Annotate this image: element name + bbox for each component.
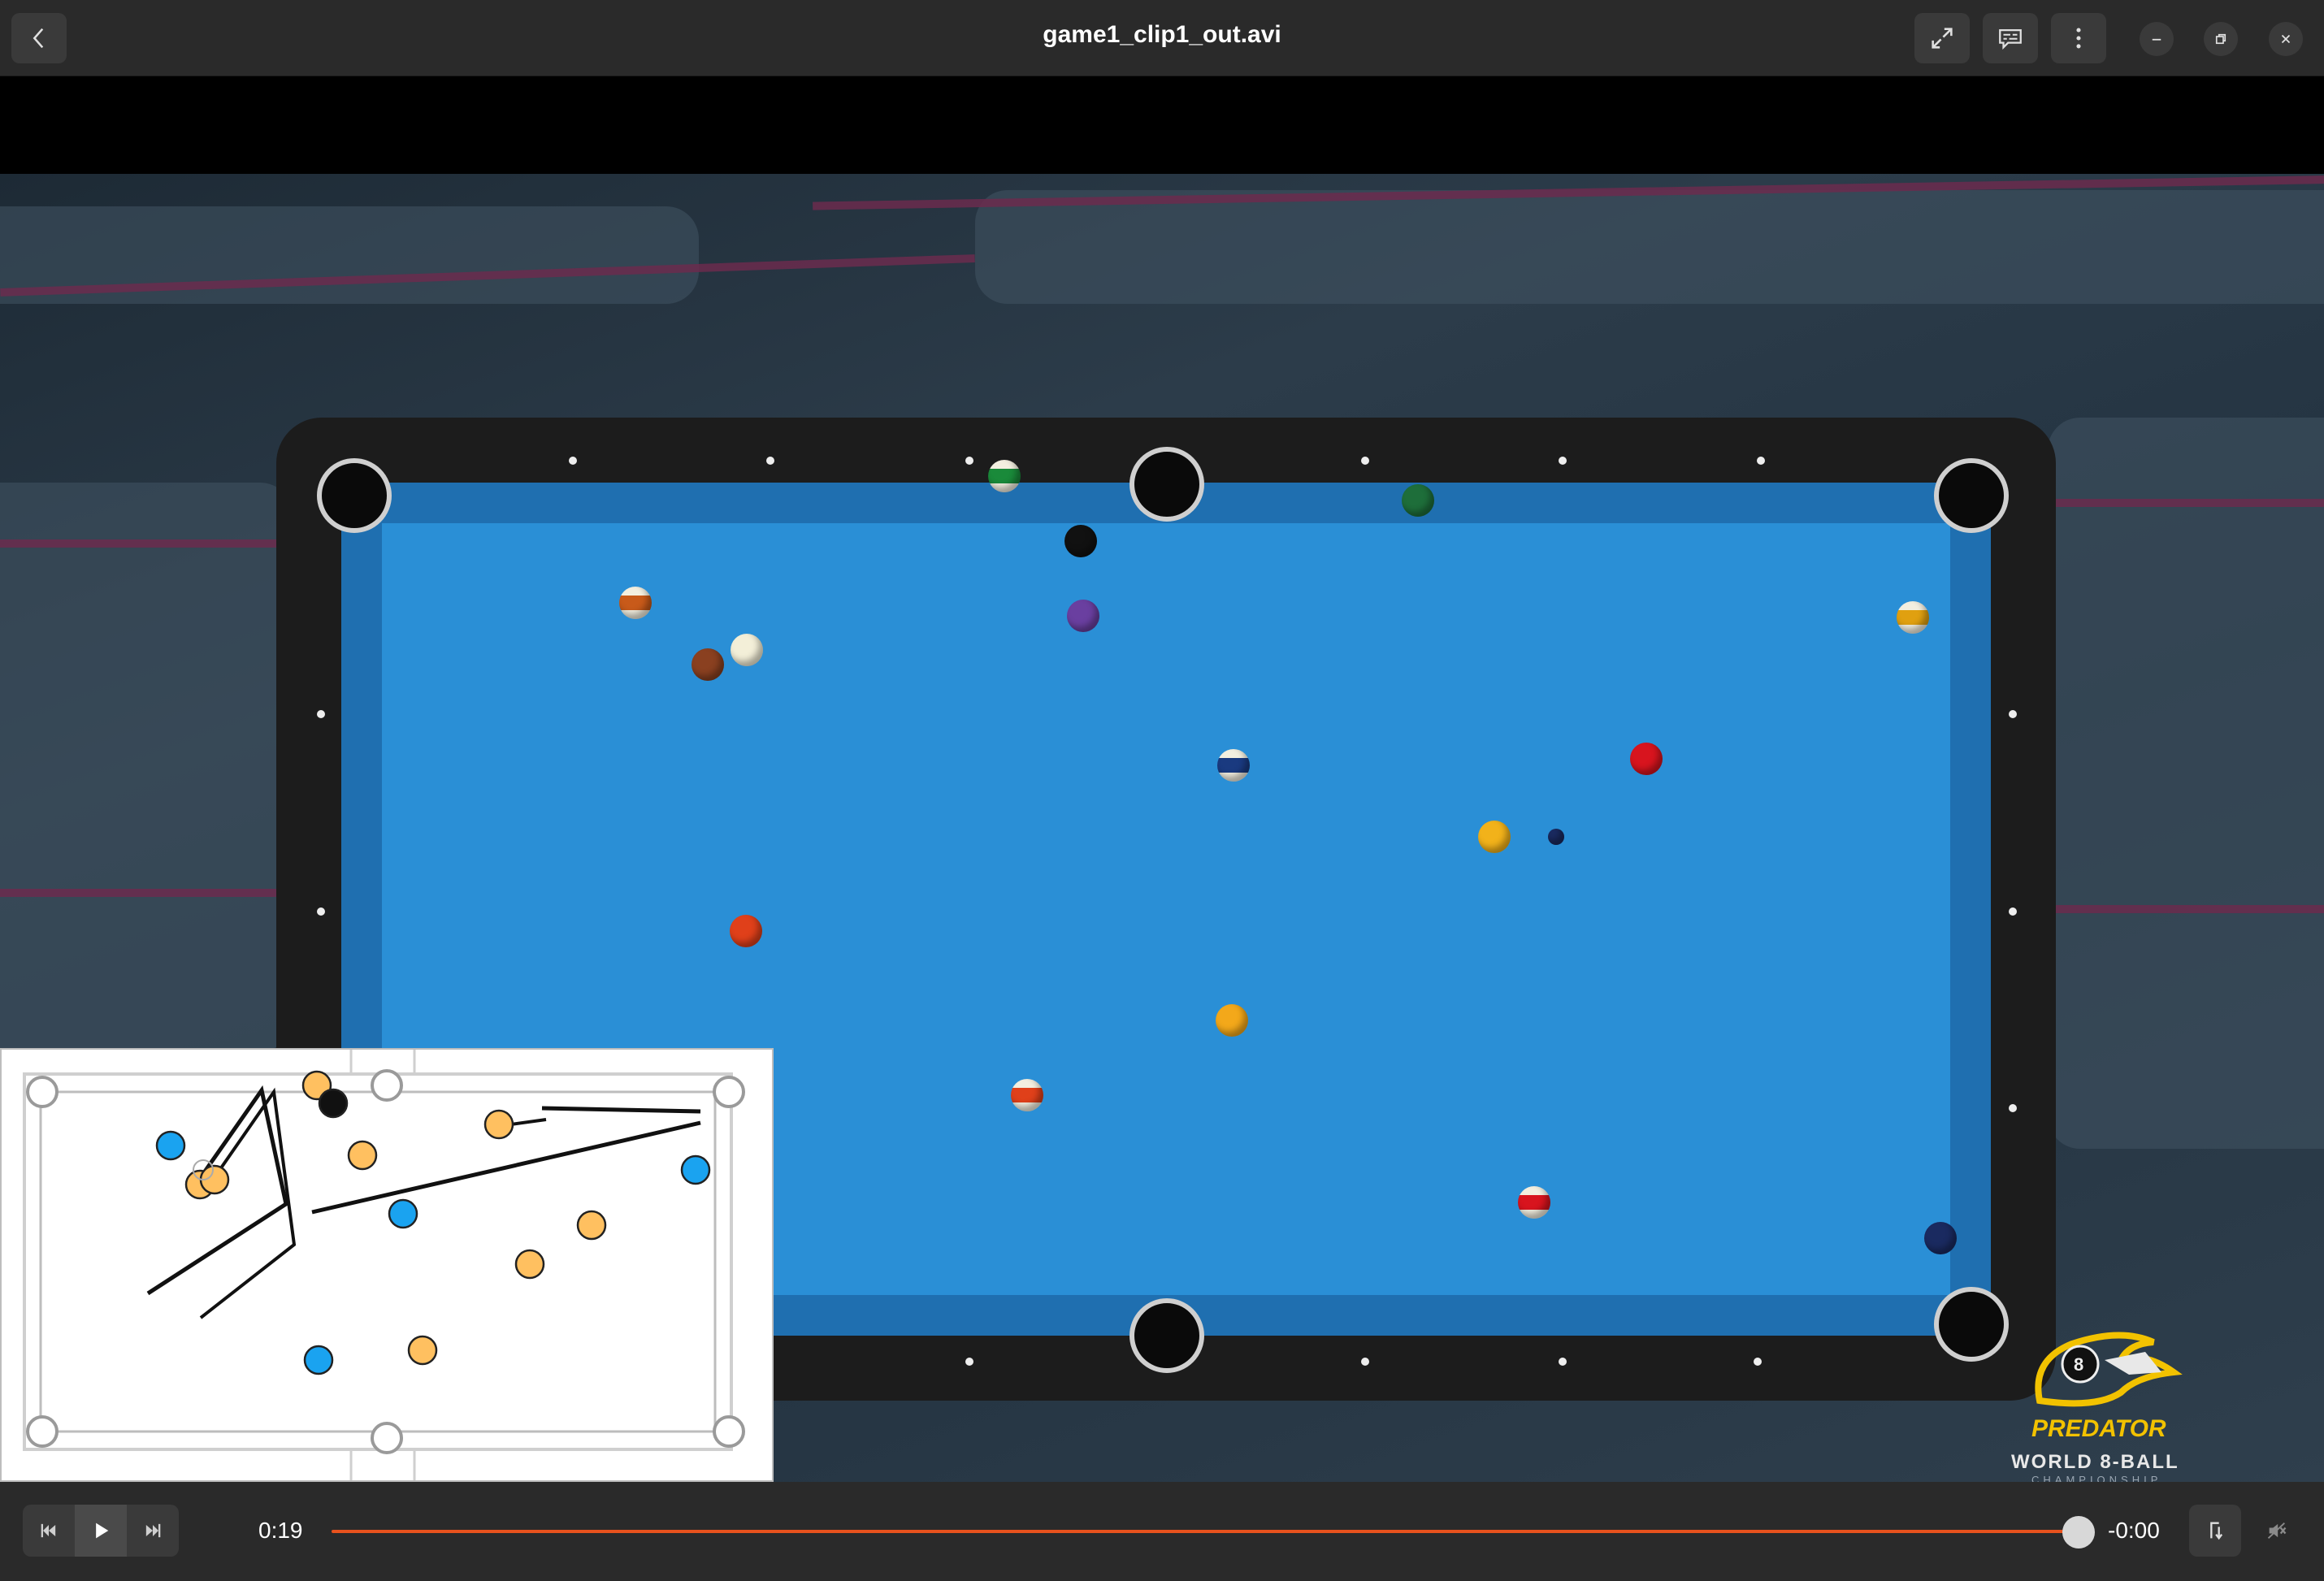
seek-handle[interactable] [2062, 1516, 2095, 1549]
rail-diamond [965, 1358, 973, 1366]
logo-event-title: WORLD 8-BALL [2011, 1451, 2179, 1473]
billiard-ball-purple [1067, 600, 1099, 632]
billiard-ball-yellow-stripe [1897, 601, 1929, 634]
rail-diamond [2009, 907, 2017, 916]
restore-button[interactable] [2204, 22, 2238, 56]
restore-icon [2215, 33, 2226, 45]
background-streak [975, 190, 2324, 304]
expand-icon [1932, 28, 1953, 49]
next-button[interactable] [127, 1505, 179, 1557]
rail-diamond [1757, 457, 1765, 465]
billiard-ball-orange [730, 915, 762, 947]
repeat-icon [2210, 1522, 2223, 1540]
billiard-ball-distant [1548, 829, 1564, 845]
minimize-icon [2152, 38, 2161, 41]
logo-brand-text: PREDATOR [2031, 1415, 2166, 1442]
panther-logo-icon: 8 [2035, 1332, 2183, 1407]
billiard-ball-maroon [692, 648, 724, 681]
rail-diamond [965, 457, 973, 465]
play-button[interactable] [75, 1505, 127, 1557]
billiard-ball-red [1630, 743, 1663, 775]
window-title: game1_clip1_out.avi [1043, 21, 1281, 48]
header-bar: game1_clip1_out.avi [0, 0, 2324, 76]
subtitles-icon [1999, 28, 2022, 50]
background-streak [0, 483, 293, 1051]
billiard-ball-orange-stripe [619, 587, 652, 619]
seek-bar[interactable] [332, 1530, 2079, 1533]
volume-button[interactable] [2251, 1505, 2303, 1557]
cue-ball [731, 634, 763, 666]
billiard-ball-red-stripe [1011, 1079, 1043, 1111]
close-icon [2281, 34, 2291, 44]
pocket-top-right [1934, 458, 2009, 533]
background-stripe [2056, 905, 2324, 913]
pocket-top-left [317, 458, 392, 533]
skip-forward-icon [145, 1523, 161, 1538]
rail-diamond [1361, 457, 1369, 465]
billiard-ball-orange-solid [1216, 1004, 1248, 1037]
video-area[interactable]: 8 PREDATOR WORLD 8-BALL CHAMPIONSHIP [0, 76, 2324, 1482]
subtitles-button[interactable] [1983, 13, 2038, 63]
skip-back-icon [41, 1523, 56, 1538]
rail-diamond [1361, 1358, 1369, 1366]
menu-button[interactable] [2051, 13, 2106, 63]
rail-diamond [2009, 1104, 2017, 1112]
billiard-ball-green-stripe [988, 460, 1021, 492]
billiard-ball-blue-stripe [1217, 749, 1250, 782]
billiard-ball-black [1064, 525, 1097, 557]
close-button[interactable] [2269, 22, 2303, 56]
rail-diamond [766, 457, 774, 465]
background-streak [2048, 418, 2324, 1149]
play-icon [96, 1523, 109, 1539]
rail-diamond [1754, 1358, 1762, 1366]
minimize-button[interactable] [2140, 22, 2174, 56]
rail-diamond [1559, 457, 1567, 465]
repeat-button[interactable] [2189, 1505, 2241, 1557]
background-stripe [2056, 499, 2324, 507]
pocket-bottom-middle [1129, 1298, 1204, 1373]
rail-diamond [569, 457, 577, 465]
billiard-ball-green [1402, 484, 1434, 517]
remaining-time: -0:00 [2108, 1518, 2160, 1543]
more-vertical-icon [2076, 28, 2081, 49]
billiard-ball-red-stripe [1518, 1186, 1550, 1219]
rail-diamond [2009, 710, 2017, 718]
rail-diamond [317, 907, 325, 916]
background-stripe [0, 539, 293, 548]
fullscreen-button[interactable] [1914, 13, 1970, 63]
volume-muted-icon [2267, 1522, 2287, 1540]
elapsed-time: 0:19 [258, 1518, 303, 1543]
table-minimap [0, 1048, 774, 1482]
rail-diamond [1559, 1358, 1567, 1366]
rail-diamond [317, 710, 325, 718]
minimap-diagram [23, 1050, 745, 1480]
background-stripe [0, 889, 293, 897]
logo-event-subtitle: CHAMPIONSHIP [2031, 1474, 2162, 1482]
billiard-ball-yellow [1478, 821, 1511, 853]
pocket-top-middle [1129, 447, 1204, 522]
svg-text:8: 8 [2074, 1354, 2083, 1375]
billiard-ball-in-pocket [1924, 1222, 1957, 1254]
predator-logo: 8 PREDATOR WORLD 8-BALL CHAMPIONSHIP [2007, 1328, 2218, 1482]
previous-button[interactable] [23, 1505, 75, 1557]
pocket-bottom-right [1934, 1287, 2009, 1362]
playback-controls: 0:19 -0:00 [0, 1482, 2324, 1581]
